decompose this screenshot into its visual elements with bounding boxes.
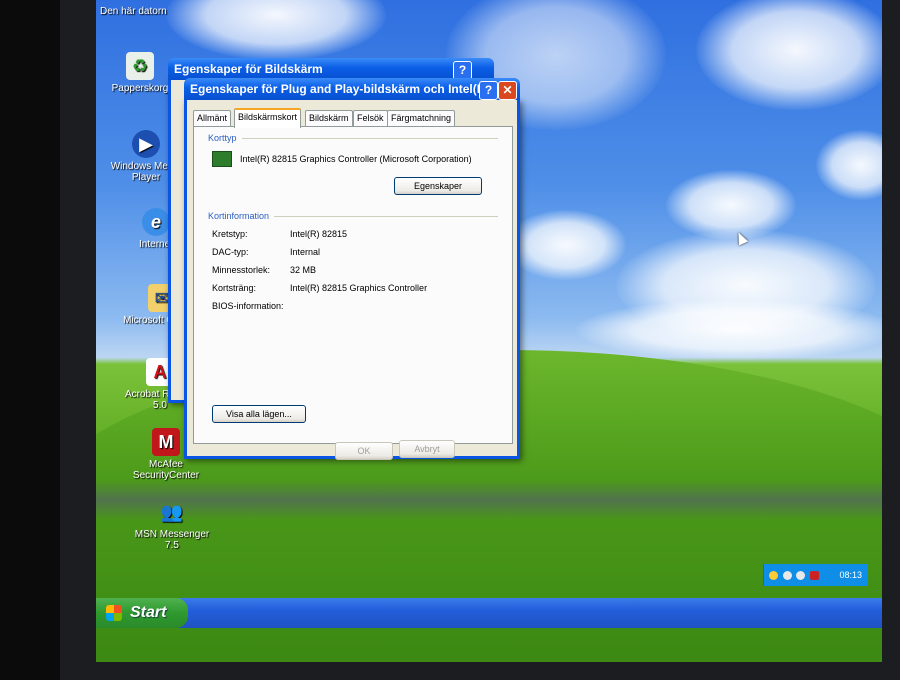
info-value-kretstyp: Intel(R) 82815 bbox=[290, 229, 348, 239]
window-title: Egenskaper för Bildskärm bbox=[174, 62, 323, 76]
tab-panel-bildskarmskort: Korttyp Intel(R) 82815 Graphics Controll… bbox=[193, 126, 513, 444]
cloud bbox=[576, 300, 882, 360]
mcafee-icon: M bbox=[152, 428, 180, 456]
dialog-title-bar[interactable]: Egenskaper för Plug and Play-bildskärm o… bbox=[184, 78, 520, 100]
taskbar bbox=[96, 598, 882, 628]
divider bbox=[242, 138, 498, 139]
info-value-dac-typ: Internal bbox=[290, 247, 321, 257]
clock[interactable]: 08:13 bbox=[839, 564, 862, 586]
properties-button[interactable]: Egenskaper bbox=[394, 177, 482, 195]
tab-bildskarm[interactable]: Bildskärm bbox=[305, 110, 353, 126]
divider bbox=[274, 216, 498, 217]
desktop-icon-label: McAfee SecurityCenter bbox=[132, 459, 200, 481]
group-korttyp: Korttyp bbox=[208, 133, 237, 143]
media-player-icon: ▶ bbox=[132, 130, 160, 158]
info-value-kortstrang: Intel(R) 82815 Graphics Controller bbox=[290, 283, 428, 293]
graphics-card-icon bbox=[212, 151, 232, 167]
tab-allmant[interactable]: Allmänt bbox=[193, 110, 232, 126]
help-question-icon[interactable]: ? bbox=[479, 81, 498, 100]
info-value-minnesstorlek: 32 MB bbox=[290, 265, 317, 275]
cloud bbox=[816, 130, 882, 200]
group-kortinformation: Kortinformation bbox=[208, 211, 270, 221]
close-icon[interactable]: ✕ bbox=[498, 81, 517, 100]
tab-fargmatchning[interactable]: Färgmatchning bbox=[387, 110, 456, 126]
windows-logo-icon bbox=[106, 605, 122, 621]
desktop-label-my-computer[interactable]: Den här datorn bbox=[100, 6, 180, 17]
info-label-minnesstorlek: Minnesstorlek: bbox=[212, 265, 271, 275]
cloud bbox=[506, 210, 626, 280]
desktop-icon-label: Papperskorg bbox=[111, 83, 169, 94]
info-label-kretstyp: Kretstyp: bbox=[212, 229, 248, 239]
cloud bbox=[696, 0, 882, 110]
info-label-bios: BIOS-information: bbox=[212, 301, 284, 311]
recycle-bin-icon: ♻ bbox=[126, 52, 154, 80]
desktop-icon-label: MSN Messenger 7.5 bbox=[134, 529, 210, 551]
volume-icon[interactable] bbox=[796, 571, 806, 581]
tab-bildskarmskort[interactable]: Bildskärmskort bbox=[234, 108, 302, 128]
internet-explorer-icon: e bbox=[142, 208, 170, 236]
display-properties-title-bar[interactable]: Egenskaper för Bildskärm ? bbox=[168, 58, 494, 80]
list-all-modes-button[interactable]: Visa alla lägen... bbox=[212, 405, 306, 423]
adapter-name: Intel(R) 82815 Graphics Controller (Micr… bbox=[240, 154, 472, 164]
start-label: Start bbox=[130, 604, 167, 621]
ok-button[interactable]: OK bbox=[335, 442, 393, 460]
info-label-dac-typ: DAC-typ: bbox=[212, 247, 249, 257]
start-button[interactable]: Start bbox=[96, 598, 188, 628]
desktop: Den här datorn ♻ Papperskorg ▶ Windows M… bbox=[96, 0, 882, 662]
desktop-icon-msn-messenger[interactable]: 👥 MSN Messenger 7.5 bbox=[132, 498, 212, 551]
purple-haze bbox=[96, 480, 882, 520]
plug-and-play-properties-dialog[interactable]: Egenskaper för Plug and Play-bildskärm o… bbox=[184, 78, 520, 460]
cancel-button[interactable]: Avbryt bbox=[399, 440, 455, 458]
system-tray: 08:13 bbox=[763, 564, 868, 586]
dialog-title: Egenskaper för Plug and Play-bildskärm o… bbox=[190, 82, 480, 96]
tab-felsok[interactable]: Felsök bbox=[353, 110, 388, 126]
shield-icon[interactable] bbox=[769, 571, 778, 581]
network-icon[interactable] bbox=[782, 571, 792, 581]
cloud bbox=[166, 0, 386, 60]
msn-messenger-icon: 👥 bbox=[160, 502, 184, 522]
info-label-kortstrang: Kortsträng: bbox=[212, 283, 257, 293]
mcafee-tray-icon[interactable] bbox=[809, 571, 819, 581]
